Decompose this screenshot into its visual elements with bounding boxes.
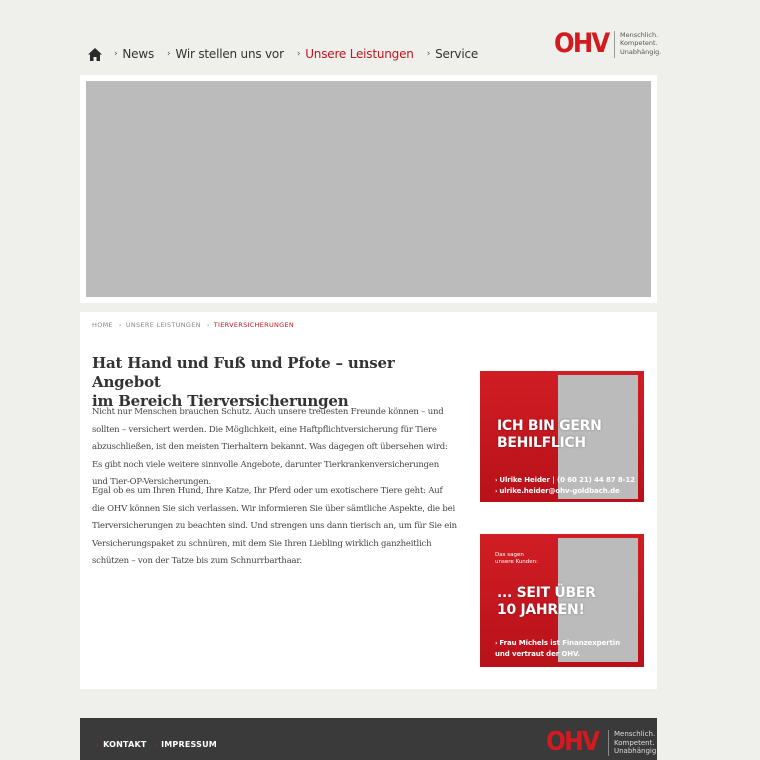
- nav-item-label: Wir stellen uns vor: [175, 47, 284, 61]
- nav-item-service[interactable]: › Service: [426, 47, 479, 61]
- chevron-right-icon: ›: [426, 49, 431, 59]
- chevron-right-icon: ›: [167, 49, 171, 59]
- content-panel: HOME › UNSERE LEISTUNGEN › TIERVERSICHER…: [80, 312, 657, 689]
- ohv-logo[interactable]: OHV Menschlich. Kompetent. Unabhängig.: [554, 30, 661, 58]
- breadcrumb: HOME › UNSERE LEISTUNGEN › TIERVERSICHER…: [92, 321, 300, 329]
- chevron-right-icon: ›: [114, 49, 118, 59]
- home-icon[interactable]: [88, 47, 102, 61]
- logo-tagline: Menschlich. Kompetent. Unabhängig.: [620, 31, 662, 56]
- banner-quote: › Frau Michels ist Finanzexpertin und ver…: [495, 639, 620, 658]
- article-paragraph-1: Nicht nur Menschen brauchen Schutz. Auch…: [92, 407, 448, 488]
- breadcrumb-home[interactable]: HOME: [92, 321, 113, 329]
- chevron-right-icon: ›: [154, 740, 158, 749]
- banner-headline: ... SEIT ÜBER 10 JAHREN!: [497, 585, 596, 618]
- nav-item-unsere-leistungen[interactable]: › Unsere Leistungen: [297, 47, 414, 61]
- hero-image: [86, 81, 651, 297]
- arrow-right-icon: ›: [495, 640, 498, 647]
- logo-tagline: Menschlich. Kompetent. Unabhängig.: [614, 730, 659, 755]
- footer-link-impressum[interactable]: › IMPRESSUM: [154, 740, 217, 749]
- logo-divider: [608, 730, 609, 756]
- main-nav: › News › Wir stellen uns vor › Unsere Le…: [88, 45, 491, 63]
- nav-item-label: Service: [435, 47, 479, 61]
- footer-logo[interactable]: OHV Menschlich. Kompetent. Unabhängig.: [546, 729, 659, 756]
- nav-item-label: News: [122, 47, 155, 61]
- logo-divider: [614, 31, 615, 58]
- contact-banner[interactable]: ICH BIN GERN BEHILFLICH › Ulrike Heider |…: [480, 371, 644, 502]
- logo-mark: OHV: [546, 727, 600, 757]
- chevron-right-icon: ›: [296, 49, 301, 59]
- breadcrumb-separator: ›: [118, 321, 122, 329]
- breadcrumb-separator: ›: [206, 321, 210, 329]
- nav-item-news[interactable]: › News: [114, 47, 154, 61]
- banner-headline: ICH BIN GERN BEHILFLICH: [497, 418, 602, 451]
- logo-mark: OHV: [554, 28, 610, 59]
- footer: › KONTAKT › IMPRESSUM OHV Menschlich. Ko…: [80, 718, 659, 760]
- testimonial-banner[interactable]: Das sagen unsere Kunden: ... SEIT ÜBER 1…: [480, 534, 644, 667]
- breadcrumb-unsere-leistungen[interactable]: UNSERE LEISTUNGEN: [126, 321, 201, 329]
- banner-contact: › Ulrike Heider | (0 60 21) 44 87 8-12 › u…: [495, 476, 635, 495]
- nav-item-label: Unsere Leistungen: [305, 47, 414, 61]
- page-title: Hat Hand und Fuß und Pfote – unser Angeb…: [92, 354, 395, 410]
- hero-frame: [80, 75, 657, 303]
- arrow-right-icon: ›: [495, 488, 498, 495]
- banner-intro: Das sagen unsere Kunden:: [495, 552, 539, 565]
- article-paragraph-2: Egal ob es um Ihren Hund, Ihre Katze, Ih…: [92, 486, 457, 567]
- breadcrumb-current: TIERVERSICHERUNGEN: [213, 321, 295, 329]
- footer-link-kontakt[interactable]: › KONTAKT: [96, 740, 147, 749]
- nav-item-wir-stellen-uns-vor[interactable]: › Wir stellen uns vor: [167, 47, 284, 61]
- chevron-right-icon: ›: [96, 740, 100, 749]
- arrow-right-icon: ›: [495, 477, 498, 484]
